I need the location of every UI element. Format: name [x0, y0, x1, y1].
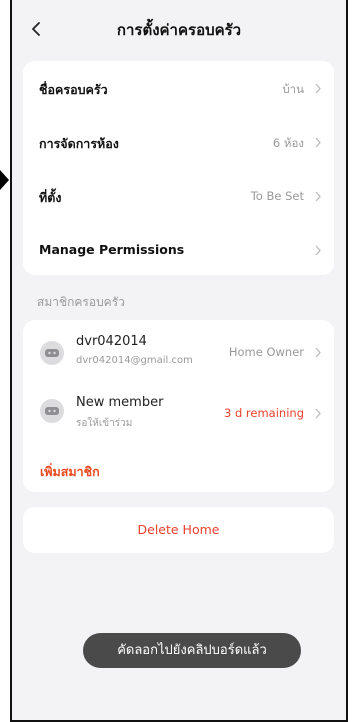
member-role: Home Owner [228, 345, 304, 359]
settings-card: ชื่อครอบครัว บ้าน การจัดการห้อง 6 ห้อง ท… [23, 61, 334, 275]
delete-home-button[interactable]: Delete Home [23, 507, 334, 553]
row-label: Manage Permissions [39, 242, 185, 257]
row-label: การจัดการห้อง [39, 136, 119, 151]
members-card: dvr042014 dvr042014@gmail.com Home Owner… [23, 320, 334, 492]
member-name: dvr042014 [76, 334, 147, 349]
chevron-right-icon [315, 347, 321, 358]
member-row-owner[interactable]: dvr042014 dvr042014@gmail.com Home Owner [23, 320, 334, 378]
header: การตั้งค่าครอบครัว [12, 0, 346, 62]
row-label: ชื่อครอบครัว [39, 82, 108, 97]
row-value: บ้าน [282, 82, 304, 96]
chevron-right-icon [315, 245, 321, 256]
row-value: To Be Set [250, 189, 304, 203]
chevron-right-icon [315, 137, 321, 148]
left-arrow-marker [0, 170, 9, 190]
page-title: การตั้งค่าครอบครัว [116, 21, 242, 39]
row-label: ที่ตั้ง [39, 190, 62, 205]
avatar-face-icon [45, 407, 59, 415]
chevron-right-icon [315, 83, 321, 94]
avatar-face-icon [45, 349, 59, 357]
member-remaining: 3 d remaining [224, 406, 304, 420]
avatar [40, 399, 64, 423]
chevron-right-icon [315, 408, 321, 419]
chevron-right-icon [315, 191, 321, 202]
row-room-management[interactable]: การจัดการห้อง 6 ห้อง [23, 115, 334, 169]
member-email: dvr042014@gmail.com [76, 355, 193, 366]
add-member-button[interactable]: เพิ่มสมาชิก [40, 462, 100, 482]
member-status: รอให้เข้าร่วม [76, 418, 133, 429]
member-row-new[interactable]: New member รอให้เข้าร่วม 3 d remaining [23, 382, 334, 440]
avatar [40, 341, 64, 365]
members-section-title: สมาชิกครอบครัว [37, 295, 125, 309]
toast-message: คัดลอกไปยังคลิปบอร์ดแล้ว [83, 633, 301, 668]
row-family-name[interactable]: ชื่อครอบครัว บ้าน [23, 61, 334, 115]
row-manage-permissions[interactable]: Manage Permissions [23, 223, 334, 277]
phone-screen: การตั้งค่าครอบครัว ชื่อครอบครัว บ้าน การ… [10, 0, 348, 722]
member-name: New member [76, 395, 164, 410]
row-value: 6 ห้อง [272, 136, 304, 150]
row-location[interactable]: ที่ตั้ง To Be Set [23, 169, 334, 223]
delete-home-label: Delete Home [137, 522, 220, 537]
